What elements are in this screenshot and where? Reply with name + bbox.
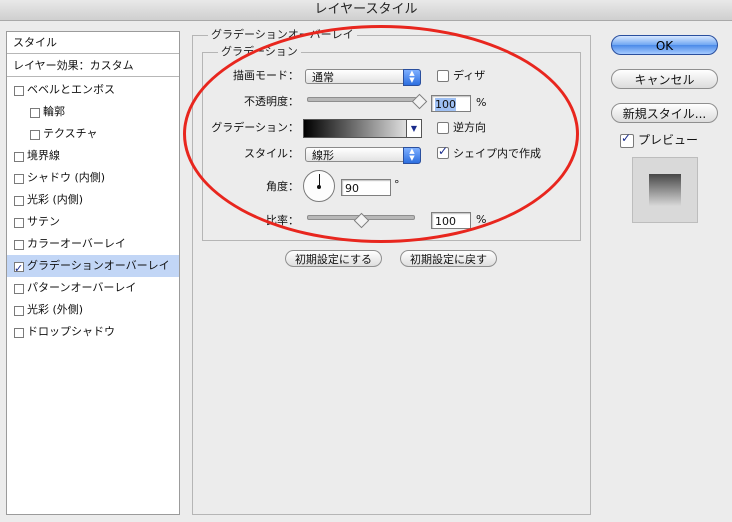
reverse-checkbox[interactable] [437, 122, 449, 134]
gradient-picker[interactable]: ▼ [303, 119, 422, 138]
color-overlay-checkbox[interactable] [14, 240, 24, 250]
align-with-layer-label: シェイプ内で作成 [453, 147, 541, 160]
style-list: スタイル レイヤー効果：カスタム ベベルとエンボス 輪郭 テクスチャ 境界線 シ… [6, 31, 180, 515]
preview-label: プレビュー [638, 133, 699, 147]
sidebar-item-label: 輪郭 [43, 105, 65, 118]
sidebar-item-pattern-overlay[interactable]: パターンオーバーレイ [7, 277, 179, 299]
pattern-overlay-checkbox[interactable] [14, 284, 24, 294]
sidebar-item-inner-glow[interactable]: 光彩 (内側) [7, 189, 179, 211]
gradient-style-value: 線形 [312, 149, 334, 162]
gradient-legend: グラデーション [218, 46, 301, 58]
stroke-checkbox[interactable] [14, 152, 24, 162]
opacity-value: 100 [435, 98, 456, 111]
texture-checkbox[interactable] [30, 130, 40, 140]
sidebar-item-label: 境界線 [27, 149, 60, 162]
angle-unit: ° [394, 178, 400, 191]
updown-arrow-icon: ▲ ▼ [403, 147, 421, 164]
scale-input[interactable]: 100 [431, 212, 471, 229]
style-preview [632, 157, 698, 223]
blend-mode-select[interactable]: 通常 ▲ ▼ [305, 69, 421, 86]
angle-value: 90 [345, 182, 359, 195]
angle-dial-center [317, 185, 321, 189]
inner-shadow-checkbox[interactable] [14, 174, 24, 184]
satin-checkbox[interactable] [14, 218, 24, 228]
opacity-input[interactable]: 100 [431, 95, 471, 112]
dropdown-arrow-icon[interactable]: ▼ [406, 120, 421, 137]
angle-input[interactable]: 90 [341, 179, 391, 196]
blend-mode-label: 描画モード： [233, 69, 299, 82]
scale-value: 100 [435, 215, 456, 228]
align-with-layer-checkbox[interactable] [437, 144, 449, 159]
sidebar-item-outer-glow[interactable]: 光彩 (外側) [7, 299, 179, 321]
reverse-label: 逆方向 [453, 121, 486, 134]
opacity-slider[interactable] [307, 97, 419, 102]
inner-glow-checkbox[interactable] [14, 196, 24, 206]
contour-checkbox[interactable] [30, 108, 40, 118]
sidebar-item-label: シャドウ (内側) [27, 171, 106, 184]
dither-checkbox[interactable] [437, 70, 449, 82]
sidebar-item-inner-shadow[interactable]: シャドウ (内側) [7, 167, 179, 189]
opacity-unit: % [476, 96, 487, 109]
scale-label: 比率： [266, 214, 299, 227]
sidebar-item-bevel[interactable]: ベベルとエンボス [7, 79, 179, 101]
style-label: スタイル： [244, 147, 299, 160]
angle-dial[interactable] [303, 170, 335, 202]
window-title: レイヤースタイル [0, 0, 732, 21]
blend-mode-value: 通常 [312, 71, 334, 84]
sidebar-item-label: サテン [27, 215, 60, 228]
style-list-header[interactable]: スタイル [7, 32, 179, 54]
angle-label: 角度： [266, 180, 299, 193]
sidebar-item-satin[interactable]: サテン [7, 211, 179, 233]
sidebar-item-label: グラデーションオーバーレイ [27, 259, 170, 272]
sidebar-item-color-overlay[interactable]: カラーオーバーレイ [7, 233, 179, 255]
ok-button[interactable]: OK [611, 35, 718, 55]
sidebar-item-contour[interactable]: 輪郭 [7, 101, 179, 123]
sidebar-item-label: パターンオーバーレイ [27, 281, 137, 294]
sidebar-item-label: 光彩 (外側) [27, 303, 84, 316]
new-style-button[interactable]: 新規スタイル... [611, 103, 718, 123]
sidebar-item-drop-shadow[interactable]: ドロップシャドウ [7, 321, 179, 343]
sidebar-item-label: カラーオーバーレイ [27, 237, 126, 250]
make-default-button[interactable]: 初期設定にする [285, 250, 382, 267]
blending-options[interactable]: レイヤー効果：カスタム [7, 55, 179, 77]
bevel-checkbox[interactable] [14, 86, 24, 96]
sidebar-item-label: テクスチャ [43, 127, 98, 140]
outer-glow-checkbox[interactable] [14, 306, 24, 316]
updown-arrow-icon: ▲ ▼ [403, 69, 421, 86]
gradient-style-select[interactable]: 線形 ▲ ▼ [305, 147, 421, 164]
gradient-label: グラデーション： [211, 121, 299, 134]
sidebar-item-stroke[interactable]: 境界線 [7, 145, 179, 167]
opacity-label: 不透明度： [244, 95, 299, 108]
reset-to-default-button[interactable]: 初期設定に戻す [400, 250, 497, 267]
preview-swatch [649, 174, 681, 206]
cancel-button[interactable]: キャンセル [611, 69, 718, 89]
preview-checkbox[interactable] [620, 131, 634, 148]
gradient-overlay-checkbox[interactable] [14, 258, 24, 280]
scale-unit: % [476, 213, 487, 226]
sidebar-item-gradient-overlay[interactable]: グラデーションオーバーレイ [7, 255, 179, 280]
sidebar-item-label: ベベルとエンボス [27, 83, 115, 96]
gradient-overlay-legend: グラデーションオーバーレイ [208, 29, 357, 41]
sidebar-item-texture[interactable]: テクスチャ [7, 123, 179, 145]
dither-label: ディザ [453, 69, 486, 82]
sidebar-item-label: ドロップシャドウ [27, 325, 115, 338]
sidebar-item-label: 光彩 (内側) [27, 193, 84, 206]
drop-shadow-checkbox[interactable] [14, 328, 24, 338]
